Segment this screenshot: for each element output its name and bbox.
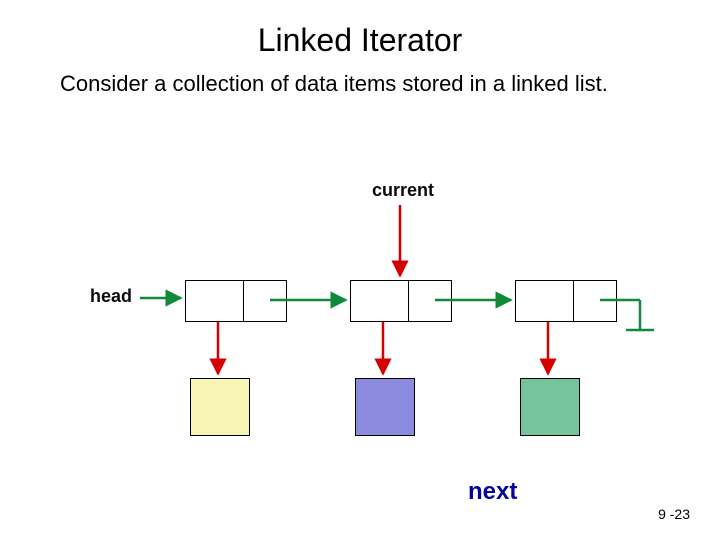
- node-next-cell: [244, 281, 286, 321]
- next-label: next: [468, 478, 517, 506]
- data-item-3: [520, 378, 580, 436]
- head-label: head: [90, 286, 132, 307]
- current-label: current: [372, 180, 434, 201]
- list-node-2: [350, 280, 452, 322]
- node-data-cell: [186, 281, 244, 321]
- node-data-cell: [351, 281, 409, 321]
- node-data-cell: [516, 281, 574, 321]
- list-node-1: [185, 280, 287, 322]
- node-next-cell: [574, 281, 616, 321]
- slide-number: 9 -23: [658, 506, 690, 522]
- slide-description: Consider a collection of data items stor…: [60, 70, 620, 98]
- data-item-2: [355, 378, 415, 436]
- data-item-1: [190, 378, 250, 436]
- slide-title: Linked Iterator: [0, 22, 720, 59]
- list-node-3: [515, 280, 617, 322]
- node-next-cell: [409, 281, 451, 321]
